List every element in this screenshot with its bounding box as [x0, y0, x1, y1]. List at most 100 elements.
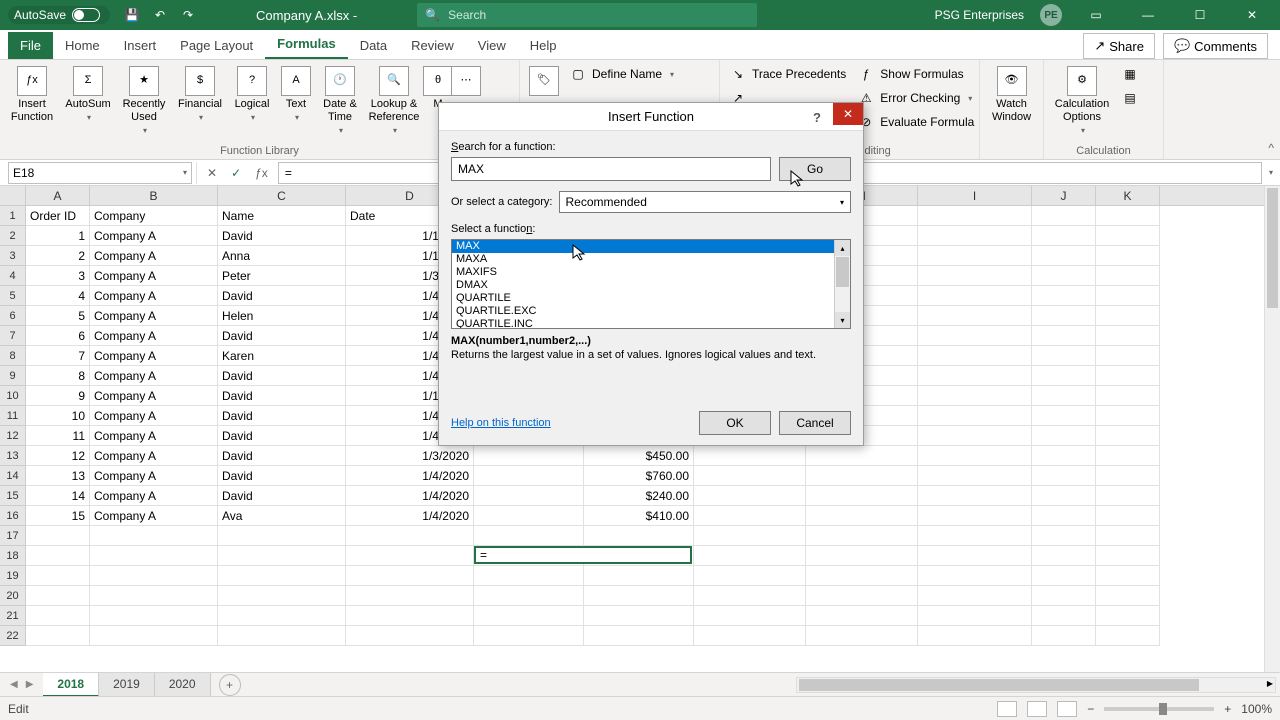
- financial-button[interactable]: $Financial▾: [174, 64, 226, 123]
- logical-button[interactable]: ?Logical▾: [230, 64, 274, 123]
- cell[interactable]: [918, 326, 1032, 346]
- cell[interactable]: Ava: [218, 506, 346, 526]
- define-name-button[interactable]: ▢Define Name▾: [566, 64, 678, 84]
- cell[interactable]: Company A: [90, 386, 218, 406]
- cell[interactable]: Order ID: [26, 206, 90, 226]
- go-button[interactable]: Go: [779, 157, 851, 181]
- cell[interactable]: [694, 586, 806, 606]
- cell[interactable]: [1032, 446, 1096, 466]
- cell[interactable]: [1096, 566, 1160, 586]
- row-header[interactable]: 1: [0, 206, 26, 226]
- col-header-I[interactable]: I: [918, 186, 1032, 205]
- cell[interactable]: [474, 626, 584, 646]
- row-header[interactable]: 7: [0, 326, 26, 346]
- cell[interactable]: [806, 526, 918, 546]
- cell[interactable]: [218, 566, 346, 586]
- watch-window-button[interactable]: 👁Watch Window: [986, 64, 1037, 124]
- cell[interactable]: Helen: [218, 306, 346, 326]
- trace-precedents-button[interactable]: ↘Trace Precedents: [726, 64, 850, 84]
- tab-help[interactable]: Help: [518, 32, 569, 59]
- ok-button[interactable]: OK: [699, 411, 771, 435]
- ribbon-display-icon[interactable]: ▭: [1078, 0, 1114, 30]
- cell[interactable]: [1096, 446, 1160, 466]
- cell[interactable]: [26, 626, 90, 646]
- select-all-corner[interactable]: [0, 186, 26, 205]
- cell[interactable]: 5: [26, 306, 90, 326]
- page-break-view-icon[interactable]: [1057, 701, 1077, 717]
- cell[interactable]: [1032, 566, 1096, 586]
- cell[interactable]: [918, 386, 1032, 406]
- cell[interactable]: [474, 506, 584, 526]
- cell[interactable]: [694, 466, 806, 486]
- cell[interactable]: [474, 586, 584, 606]
- cell[interactable]: [806, 446, 918, 466]
- zoom-level[interactable]: 100%: [1241, 702, 1272, 716]
- cell[interactable]: 9: [26, 386, 90, 406]
- cell[interactable]: [694, 606, 806, 626]
- cell[interactable]: Company A: [90, 346, 218, 366]
- horizontal-scrollbar[interactable]: ◀ ▶: [796, 677, 1276, 693]
- row-header[interactable]: 15: [0, 486, 26, 506]
- zoom-out-icon[interactable]: −: [1087, 702, 1094, 716]
- cell[interactable]: [1032, 406, 1096, 426]
- cell[interactable]: [806, 586, 918, 606]
- share-button[interactable]: ↗Share: [1083, 33, 1155, 59]
- sheet-nav-prev-icon[interactable]: ◀: [10, 679, 18, 690]
- zoom-in-icon[interactable]: +: [1224, 702, 1231, 716]
- dialog-help-icon[interactable]: ?: [805, 107, 829, 127]
- cell[interactable]: Company A: [90, 306, 218, 326]
- collapse-ribbon-icon[interactable]: ^: [1268, 141, 1274, 155]
- cell[interactable]: 1/3/2020: [346, 446, 474, 466]
- page-layout-view-icon[interactable]: [1027, 701, 1047, 717]
- cell[interactable]: [1032, 326, 1096, 346]
- cell[interactable]: David: [218, 286, 346, 306]
- autosum-button[interactable]: ΣAutoSum▾: [62, 64, 114, 123]
- show-formulas-button[interactable]: ƒShow Formulas: [854, 64, 978, 84]
- calc-sheet-button[interactable]: ▤: [1118, 88, 1142, 108]
- cell[interactable]: 14: [26, 486, 90, 506]
- cell[interactable]: 1/4/2020: [346, 486, 474, 506]
- cell[interactable]: [806, 466, 918, 486]
- cell[interactable]: [918, 266, 1032, 286]
- cell[interactable]: 11: [26, 426, 90, 446]
- cell[interactable]: [918, 246, 1032, 266]
- cell[interactable]: $760.00: [584, 466, 694, 486]
- scroll-down-icon[interactable]: ▾: [835, 312, 850, 328]
- evaluate-formula-button[interactable]: ⊘Evaluate Formula: [854, 112, 978, 132]
- cell[interactable]: [1096, 506, 1160, 526]
- cell[interactable]: Company A: [90, 246, 218, 266]
- cell[interactable]: Company A: [90, 226, 218, 246]
- cell[interactable]: [584, 546, 694, 566]
- cell[interactable]: [474, 486, 584, 506]
- function-list-item[interactable]: QUARTILE.INC: [452, 318, 850, 329]
- cell[interactable]: [1096, 266, 1160, 286]
- cell[interactable]: [346, 586, 474, 606]
- row-header[interactable]: 10: [0, 386, 26, 406]
- cell[interactable]: [474, 446, 584, 466]
- cell[interactable]: $450.00: [584, 446, 694, 466]
- row-header[interactable]: 16: [0, 506, 26, 526]
- dialog-title-bar[interactable]: Insert Function ? ✕: [439, 103, 863, 131]
- cell[interactable]: David: [218, 426, 346, 446]
- cell[interactable]: [346, 606, 474, 626]
- cell[interactable]: [474, 526, 584, 546]
- cell[interactable]: 1/4/2020: [346, 506, 474, 526]
- cell[interactable]: [918, 346, 1032, 366]
- cell[interactable]: [218, 626, 346, 646]
- minimize-icon[interactable]: —: [1130, 0, 1166, 30]
- sheet-nav-next-icon[interactable]: ▶: [26, 679, 34, 690]
- cell[interactable]: [1096, 486, 1160, 506]
- cell[interactable]: [1096, 206, 1160, 226]
- tab-page-layout[interactable]: Page Layout: [168, 32, 265, 59]
- cell[interactable]: 1: [26, 226, 90, 246]
- cell[interactable]: [1096, 426, 1160, 446]
- cell[interactable]: [474, 466, 584, 486]
- cell[interactable]: [918, 206, 1032, 226]
- cell[interactable]: [218, 586, 346, 606]
- redo-icon[interactable]: ↷: [180, 7, 196, 23]
- cell[interactable]: [918, 366, 1032, 386]
- cell[interactable]: [1032, 246, 1096, 266]
- cell[interactable]: [918, 406, 1032, 426]
- cell[interactable]: [90, 546, 218, 566]
- cell[interactable]: 7: [26, 346, 90, 366]
